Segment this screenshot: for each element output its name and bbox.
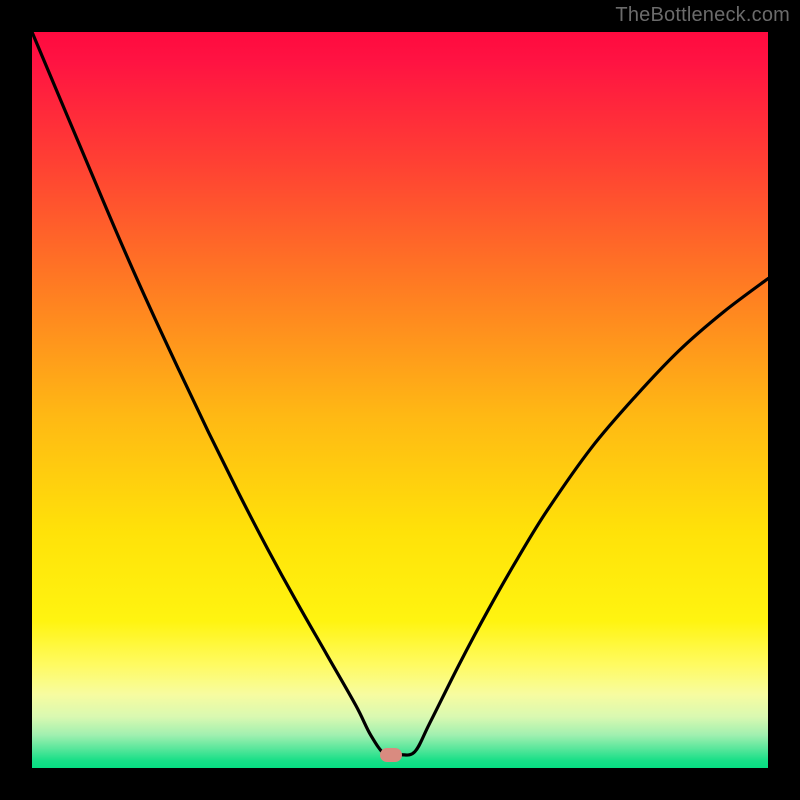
plot-area (32, 32, 768, 768)
chart-frame: TheBottleneck.com (0, 0, 800, 800)
watermark-text: TheBottleneck.com (615, 4, 790, 27)
bottleneck-curve-path (32, 32, 768, 756)
optimal-marker (380, 748, 402, 762)
bottleneck-curve-svg (32, 32, 768, 768)
